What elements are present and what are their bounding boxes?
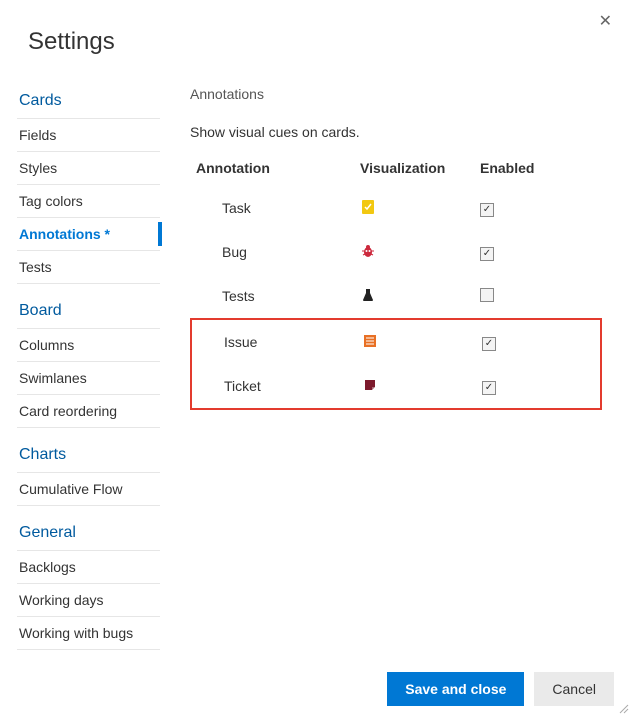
column-header-annotation: Annotation: [190, 160, 360, 176]
sidebar-item[interactable]: Card reordering: [17, 395, 160, 428]
panel-title: Annotations: [190, 86, 602, 102]
enabled-checkbox[interactable]: [480, 288, 494, 302]
save-button[interactable]: Save and close: [387, 672, 524, 706]
sidebar-item[interactable]: Tests: [17, 251, 160, 284]
annotation-name: Tests: [190, 288, 360, 304]
sidebar-item[interactable]: Working days: [17, 584, 160, 617]
sidebar: CardsFieldsStylesTag colorsAnnotations *…: [0, 86, 160, 662]
annotation-name: Bug: [190, 244, 360, 260]
dialog-title: Settings: [0, 0, 632, 56]
sidebar-item[interactable]: Working with bugs: [17, 617, 160, 650]
table-header: Annotation Visualization Enabled: [190, 156, 602, 186]
resize-grip[interactable]: [618, 703, 630, 718]
list-icon: [362, 333, 482, 352]
sidebar-group-header[interactable]: Charts: [17, 440, 160, 473]
enabled-checkbox[interactable]: [480, 247, 494, 261]
column-header-enabled: Enabled: [480, 160, 560, 176]
table-row: Task: [190, 186, 602, 230]
enabled-checkbox[interactable]: [482, 337, 496, 351]
annotation-name: Task: [190, 200, 360, 216]
sidebar-item[interactable]: Swimlanes: [17, 362, 160, 395]
sidebar-item[interactable]: Fields: [17, 119, 160, 152]
close-icon[interactable]: ✕: [599, 14, 612, 30]
panel-description: Show visual cues on cards.: [190, 124, 602, 140]
column-header-visualization: Visualization: [360, 160, 480, 176]
annotation-name: Issue: [192, 334, 362, 350]
sidebar-item[interactable]: Cumulative Flow: [17, 473, 160, 506]
task-icon: [360, 199, 480, 218]
sidebar-item[interactable]: Backlogs: [17, 551, 160, 584]
cancel-button[interactable]: Cancel: [534, 672, 614, 706]
sidebar-group-header[interactable]: Board: [17, 296, 160, 329]
highlighted-rows: Issue Ticket: [190, 318, 602, 410]
annotation-rows: Task Bug Tests Issue Ticket: [190, 186, 602, 410]
table-row: Issue: [192, 320, 600, 364]
dialog-footer: Save and close Cancel: [387, 672, 614, 706]
sidebar-item[interactable]: Annotations *: [17, 218, 160, 251]
enabled-checkbox[interactable]: [480, 203, 494, 217]
table-row: Tests: [190, 274, 602, 318]
table-row: Ticket: [192, 364, 600, 408]
annotation-name: Ticket: [192, 378, 362, 394]
note-icon: [362, 377, 482, 396]
bug-icon: [360, 243, 480, 262]
sidebar-item[interactable]: Columns: [17, 329, 160, 362]
sidebar-group-header[interactable]: General: [17, 518, 160, 551]
enabled-checkbox[interactable]: [482, 381, 496, 395]
sidebar-item[interactable]: Styles: [17, 152, 160, 185]
sidebar-group-header[interactable]: Cards: [17, 86, 160, 119]
sidebar-item[interactable]: Tag colors: [17, 185, 160, 218]
flask-icon: [360, 287, 480, 306]
main-panel: Annotations Show visual cues on cards. A…: [160, 86, 632, 662]
table-row: Bug: [190, 230, 602, 274]
